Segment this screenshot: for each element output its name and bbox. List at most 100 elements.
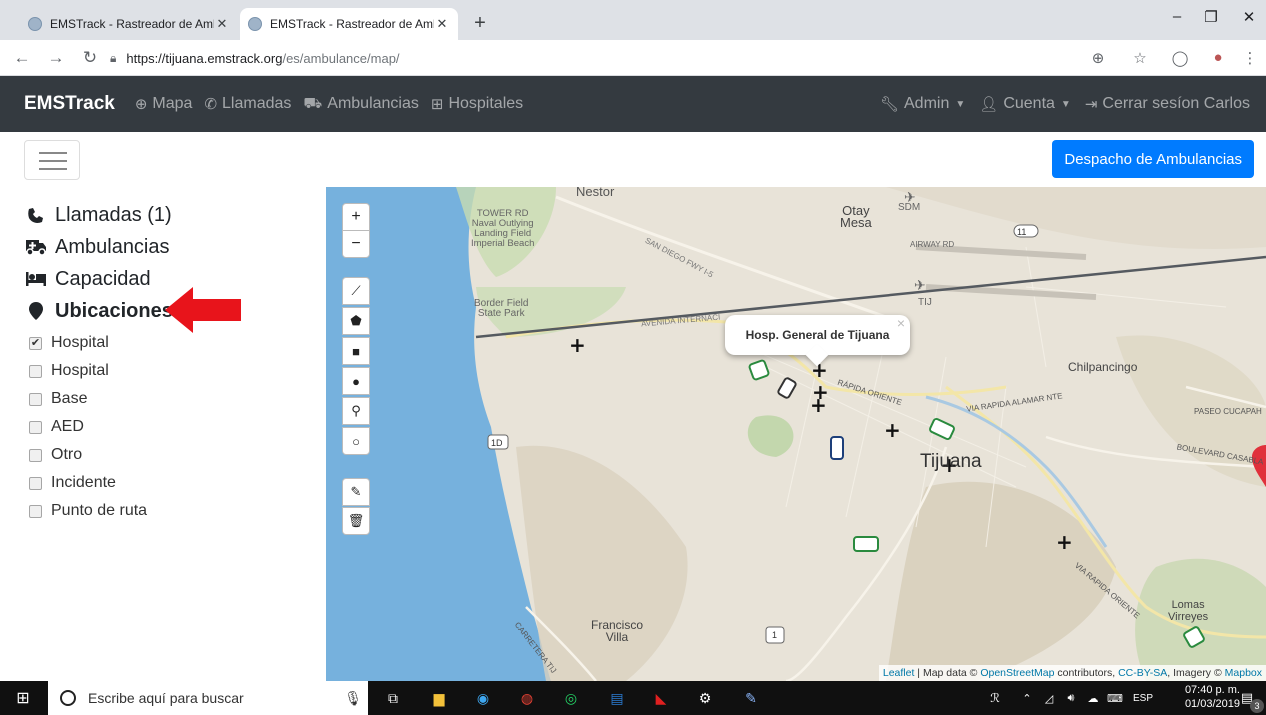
- svg-text:+: +: [569, 333, 586, 357]
- cortana-icon: [60, 690, 76, 706]
- cloud-sync-icon[interactable]: ☁: [1082, 687, 1104, 709]
- taskbar-clock[interactable]: 07:40 p. m. 01/03/2019: [1185, 683, 1240, 711]
- browser-tab-2[interactable]: EMSTrack - Rastreador de Ambul ✕: [240, 8, 458, 40]
- checkbox-icon[interactable]: [29, 364, 42, 378]
- microphone-icon[interactable]: 🎙︎: [344, 690, 362, 707]
- location-filter-checkbox[interactable]: ✔ Hospital: [29, 329, 326, 357]
- nav-item-label: Hospitales: [448, 95, 524, 112]
- sidebar-toggle-button[interactable]: [24, 140, 80, 180]
- sidebar-section-llamadas[interactable]: Llamadas (1): [25, 199, 326, 231]
- file-explorer-icon[interactable]: ▆: [428, 687, 450, 709]
- draw-circle-icon[interactable]: ●: [342, 367, 370, 395]
- whatsapp-icon[interactable]: ◎: [560, 687, 582, 709]
- zoom-icon[interactable]: ⊕: [1088, 49, 1108, 67]
- nav-item-ambulancias[interactable]: ⛟ Ambulancias: [303, 95, 418, 114]
- keyboard-icon[interactable]: ⌨: [1104, 687, 1126, 709]
- draw-marker-icon[interactable]: ⚲: [342, 397, 370, 425]
- map-view[interactable]: ✈ ✈ + + + + + + + + − ⟋ ⬟ ■ ● ⚲ ○ ✎ 🗑︎ Nesto…: [326, 187, 1266, 681]
- media-player-icon[interactable]: ◉: [472, 687, 494, 709]
- map-label: Otay Mesa: [840, 203, 872, 230]
- checkbox-checked-icon[interactable]: ✔: [29, 336, 42, 350]
- draw-polygon-icon[interactable]: ⬟: [342, 307, 370, 335]
- lock-icon: 🔒︎: [110, 50, 117, 65]
- people-icon[interactable]: ℛ: [984, 687, 1006, 709]
- paint-icon[interactable]: ✎: [740, 687, 762, 709]
- zoom-out-button[interactable]: −: [342, 230, 370, 258]
- pdf-reader-icon[interactable]: ◣: [650, 687, 672, 709]
- nav-item-label: Admin: [904, 95, 950, 112]
- location-filter-checkbox[interactable]: Base: [29, 385, 326, 413]
- word-doc-icon[interactable]: ▤: [606, 687, 628, 709]
- nav-item-cuenta[interactable]: 👤︎ Cuenta ▼: [979, 95, 1071, 113]
- sidebar-section-ambulancias[interactable]: Ambulancias: [25, 231, 326, 263]
- extension-icon[interactable]: ◯: [1170, 49, 1190, 67]
- task-view-icon[interactable]: ⧉: [382, 687, 404, 709]
- dispatch-ambulances-button[interactable]: Despacho de Ambulancias: [1052, 140, 1254, 178]
- user-icon: 👤︎: [979, 96, 999, 113]
- draw-polyline-icon[interactable]: ⟋: [342, 277, 370, 305]
- zoom-in-button[interactable]: +: [342, 203, 370, 231]
- windows-start-icon[interactable]: ⊞: [12, 687, 34, 709]
- emstrack-favicon-icon: [28, 17, 42, 31]
- map-label: Tijuana: [920, 451, 982, 472]
- location-filter-checkbox[interactable]: AED: [29, 413, 326, 441]
- bed-icon: [25, 270, 47, 288]
- sidebar-section-ubicaciones[interactable]: Ubicaciones: [25, 287, 326, 333]
- leaflet-link[interactable]: Leaflet: [883, 667, 915, 679]
- nav-item-logout[interactable]: ⇥ Cerrar sesíon Carlos: [1085, 95, 1250, 113]
- license-link[interactable]: CC-BY-SA: [1118, 667, 1167, 679]
- osm-link[interactable]: OpenStreetMap: [980, 667, 1054, 679]
- draw-circlemarker-icon[interactable]: ○: [342, 427, 370, 455]
- mapbox-link[interactable]: Mapbox: [1225, 667, 1262, 679]
- sidebar-section-label: Ambulancias: [55, 235, 170, 258]
- nav-item-llamadas[interactable]: ✆ Llamadas: [204, 95, 291, 113]
- url-input[interactable]: 🔒︎ https://tijuana.emstrack.org/es/ambul…: [110, 45, 1140, 71]
- nav-item-label: Cuenta: [1003, 95, 1055, 112]
- network-icon[interactable]: ◿: [1038, 687, 1060, 709]
- new-tab-button[interactable]: +: [468, 12, 492, 34]
- nav-item-label: Llamadas: [222, 95, 292, 112]
- brand-logo[interactable]: EMSTrack: [24, 93, 115, 115]
- map-label: 11: [1017, 227, 1027, 237]
- checkbox-icon[interactable]: [29, 392, 42, 406]
- close-tab-icon[interactable]: ✕: [214, 16, 230, 32]
- delete-layers-icon[interactable]: 🗑︎: [342, 507, 370, 535]
- bookmark-star-icon[interactable]: ☆: [1130, 49, 1150, 67]
- menu-dots-icon[interactable]: ⋮: [1240, 49, 1260, 67]
- location-filter-checkbox[interactable]: Punto de ruta: [29, 497, 326, 525]
- draw-rectangle-icon[interactable]: ■: [342, 337, 370, 365]
- checkbox-icon[interactable]: [29, 476, 42, 490]
- browser-tab-1[interactable]: EMSTrack - Rastreador de Ambul ✕: [20, 8, 238, 40]
- location-filter-checkbox[interactable]: Otro: [29, 441, 326, 469]
- show-hidden-icons[interactable]: ⌃: [1016, 687, 1038, 709]
- back-arrow-icon[interactable]: ←: [12, 48, 32, 68]
- nav-item-admin[interactable]: 🔧︎ Admin ▼: [880, 95, 965, 113]
- minimize-icon[interactable]: –: [1162, 8, 1192, 25]
- sidebar-section-label: Llamadas (1): [55, 203, 172, 226]
- checkbox-icon[interactable]: [29, 504, 42, 518]
- edit-layers-icon[interactable]: ✎: [342, 478, 370, 506]
- checkbox-icon[interactable]: [29, 448, 42, 462]
- close-tab-icon[interactable]: ✕: [434, 16, 450, 32]
- nav-item-mapa[interactable]: ⊕ Mapa: [135, 95, 193, 113]
- profile-avatar-icon[interactable]: ●: [1208, 49, 1228, 66]
- taskbar-search-input[interactable]: Escribe aquí para buscar 🎙︎: [48, 681, 368, 715]
- popup-close-button[interactable]: ×: [897, 315, 905, 331]
- map-label: SDM: [898, 202, 921, 213]
- location-filter-label: Punto de ruta: [51, 502, 148, 519]
- sidebar-section-label: Ubicaciones: [55, 299, 173, 322]
- forward-arrow-icon[interactable]: →: [46, 48, 66, 68]
- map-label: Chilpancingo: [1068, 360, 1138, 374]
- caret-down-icon: ▼: [1060, 98, 1071, 110]
- restore-icon[interactable]: ❐: [1196, 8, 1226, 26]
- close-window-icon[interactable]: ✕: [1234, 8, 1264, 26]
- volume-icon[interactable]: 🔊︎: [1060, 687, 1082, 709]
- chrome-icon[interactable]: ◍: [516, 687, 538, 709]
- location-filter-checkbox[interactable]: Hospital: [29, 357, 326, 385]
- settings-gear-icon[interactable]: ⚙: [694, 687, 716, 709]
- nav-item-hospitales[interactable]: ⊞ Hospitales: [431, 95, 523, 113]
- language-indicator[interactable]: ESP: [1130, 687, 1156, 709]
- checkbox-icon[interactable]: [29, 420, 42, 434]
- location-filter-checkbox[interactable]: Incidente: [29, 469, 326, 497]
- reload-icon[interactable]: ↻: [80, 48, 100, 68]
